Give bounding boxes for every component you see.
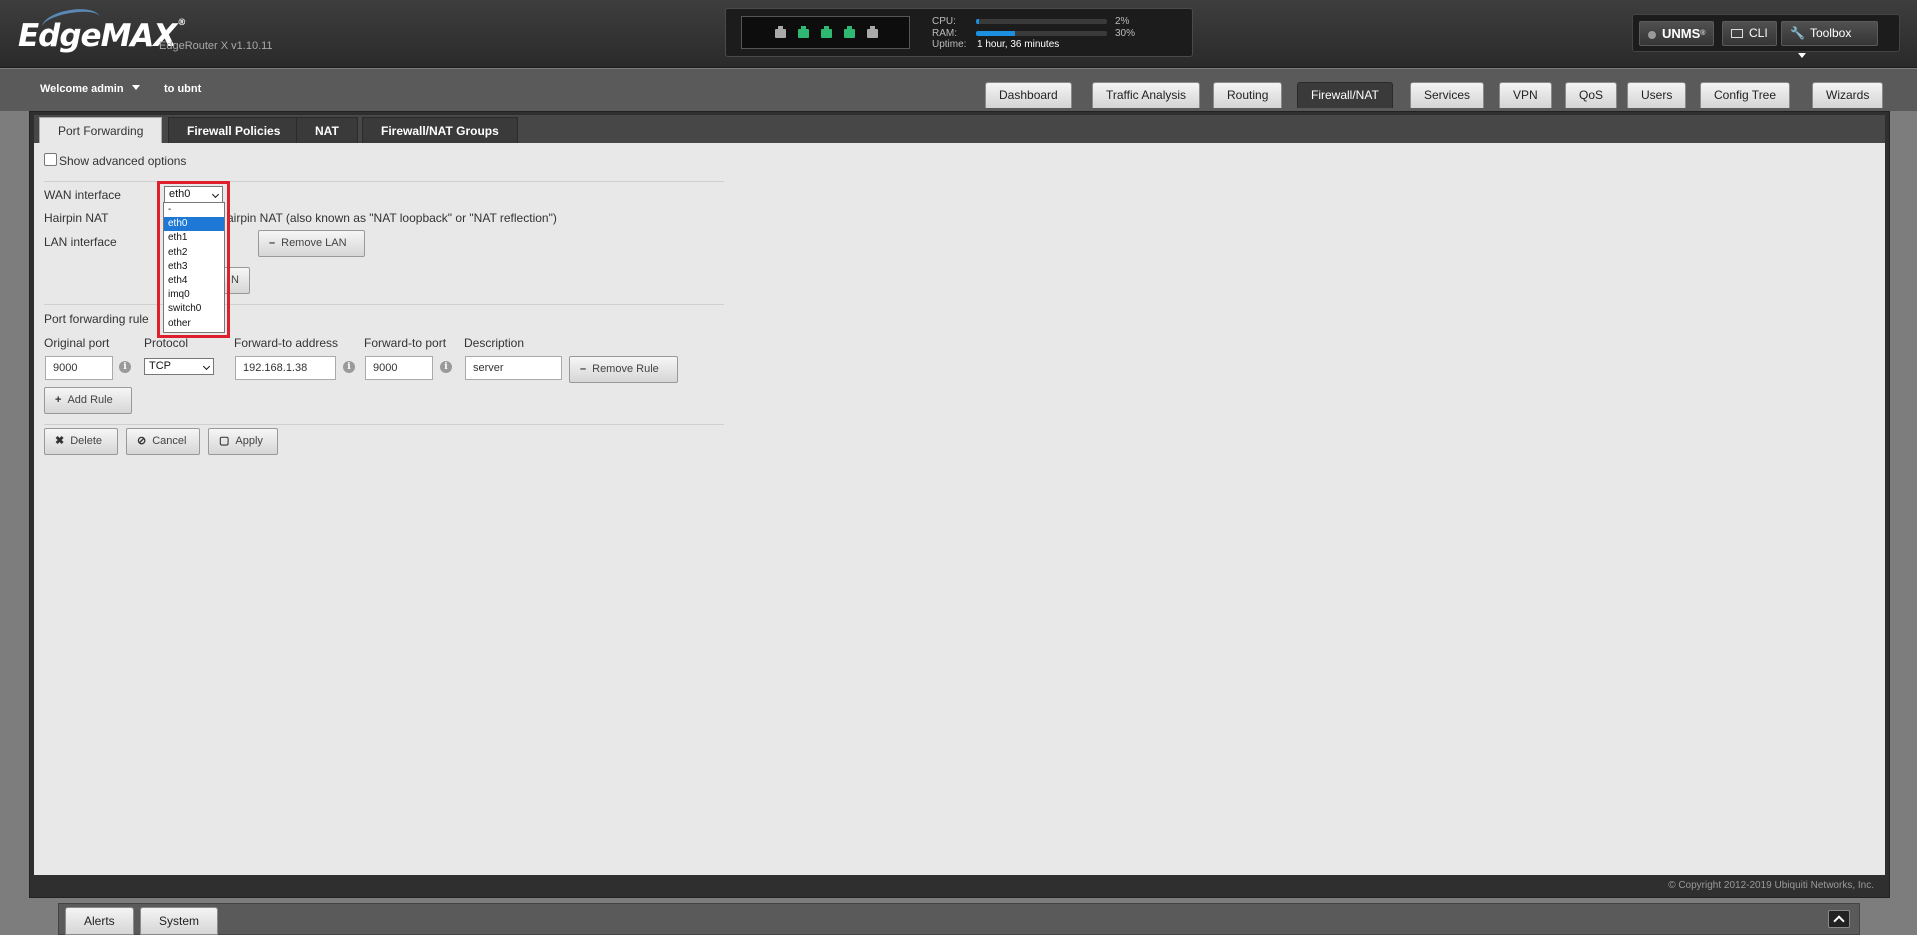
tab-nat[interactable]: NAT [296,117,358,143]
unms-status-icon [1648,31,1656,39]
info-icon[interactable]: i [440,361,452,373]
ethernet-port-icon [867,26,878,38]
dropdown-option[interactable]: imq0 [164,288,224,302]
tab-services[interactable]: Services [1410,82,1485,108]
dropdown-option[interactable]: eth2 [164,246,224,260]
hairpin-nat-description: airpin NAT (also known as "NAT loopback"… [227,211,557,225]
port-status-box [741,16,910,49]
hairpin-nat-label: Hairpin NAT [44,211,109,225]
protocol-header: Protocol [144,336,189,350]
ram-label: RAM: [932,28,957,39]
system-tab[interactable]: System [140,907,219,935]
cancel-button[interactable]: ⊘ Cancel [126,428,200,455]
ethernet-port-icon [798,26,809,38]
tab-vpn[interactable]: VPN [1499,82,1552,108]
chevron-down-icon [202,362,211,371]
edgemax-logo: EdgeMAX® [18,18,186,54]
tab-port-forwarding[interactable]: Port Forwarding [39,117,163,143]
tab-firewall-nat-groups[interactable]: Firewall/NAT Groups [362,117,518,143]
show-advanced-label: Show advanced options [59,154,187,168]
delete-button[interactable]: ✖ Delete [44,428,118,455]
expand-up-icon[interactable] [1828,910,1850,928]
forward-port-input[interactable]: 9000 [365,356,433,380]
uptime-label: Uptime: [932,39,967,50]
device-model: EdgeRouter X v1.10.11 [159,40,273,52]
dropdown-option[interactable]: eth1 [164,231,224,245]
original-port-header: Original port [44,336,110,350]
uptime-value: 1 hour, 36 minutes [977,39,1060,50]
forward-port-header: Forward-to port [364,336,447,350]
tools-panel: UNMS® CLI 🔧 Toolbox [1632,14,1900,58]
footer-bar [58,903,1860,935]
tab-firewall-policies[interactable]: Firewall Policies [168,117,300,143]
lan-interface-label: LAN interface [44,235,117,249]
dropdown-option[interactable]: eth4 [164,274,224,288]
plus-icon: + [55,394,62,406]
dropdown-option[interactable]: switch0 [164,302,224,316]
tab-traffic-analysis[interactable]: Traffic Analysis [1092,82,1201,108]
status-panel: CPU: 2% RAM: 30% Uptime: 1 hour, 36 minu… [725,8,1193,57]
info-icon[interactable]: i [119,361,131,373]
cpu-bar [976,19,1107,24]
description-header: Description [464,336,525,350]
ethernet-port-icon [844,26,855,38]
divider [44,304,724,305]
wan-interface-label: WAN interface [44,188,121,202]
ram-bar [976,31,1107,36]
close-icon: ✖ [55,435,65,447]
unms-button[interactable]: UNMS® [1639,21,1715,46]
ethernet-port-icon [821,26,832,38]
forward-address-input[interactable]: 192.168.1.38 [235,356,336,380]
show-advanced-checkbox[interactable] [44,153,57,166]
wan-interface-dropdown-list: - eth0 eth1 eth2 eth3 eth4 imq0 switch0 … [163,202,225,333]
caret-down-icon [131,85,140,90]
ethernet-port-icon [775,26,786,38]
tab-qos[interactable]: QoS [1565,82,1618,108]
save-icon: ▢ [219,435,230,447]
divider [44,181,724,182]
info-icon[interactable]: i [343,361,355,373]
add-rule-button[interactable]: + Add Rule [44,387,132,414]
remove-rule-button[interactable]: – Remove Rule [569,356,678,383]
original-port-input[interactable]: 9000 [45,356,113,380]
tab-users[interactable]: Users [1627,82,1687,108]
terminal-icon [1731,29,1743,38]
dropdown-option[interactable]: eth0 [164,217,224,232]
tab-wizards[interactable]: Wizards [1812,82,1884,108]
cpu-label: CPU: [932,16,956,27]
ram-value: 30% [1115,28,1136,39]
cpu-value: 2% [1115,16,1130,27]
alerts-tab[interactable]: Alerts [65,907,134,935]
port-forwarding-rules-label: Port forwarding rule [44,312,149,326]
cancel-icon: ⊘ [137,435,147,447]
minus-icon: – [269,237,276,249]
apply-button[interactable]: ▢ Apply [208,428,278,455]
cli-button[interactable]: CLI [1722,21,1777,46]
dropdown-option[interactable]: - [164,203,224,217]
description-input[interactable]: server [465,356,562,380]
forward-address-header: Forward-to address [234,336,339,350]
tab-config-tree[interactable]: Config Tree [1700,82,1791,108]
toolbox-button[interactable]: 🔧 Toolbox [1781,21,1878,58]
dropdown-option[interactable]: eth3 [164,260,224,274]
protocol-select[interactable]: TCP [144,358,214,375]
top-header: EdgeMAX® EdgeRouter X v1.10.11 CPU: 2% R… [0,0,1917,68]
divider [44,424,724,425]
tab-firewall-nat[interactable]: Firewall/NAT [1297,82,1393,108]
dropdown-option[interactable]: other [164,317,224,331]
chevron-down-icon [1798,53,1806,58]
tab-dashboard[interactable]: Dashboard [985,82,1072,108]
user-menu[interactable]: Welcome admin [40,83,140,95]
remove-lan-button[interactable]: – Remove LAN [258,230,365,257]
minus-icon: – [580,363,587,375]
wrench-icon: 🔧 [1790,26,1805,40]
to-ubnt-link[interactable]: to ubnt [164,83,201,95]
copyright: © Copyright 2012-2019 Ubiquiti Networks,… [1668,880,1874,891]
tab-routing[interactable]: Routing [1213,82,1283,108]
